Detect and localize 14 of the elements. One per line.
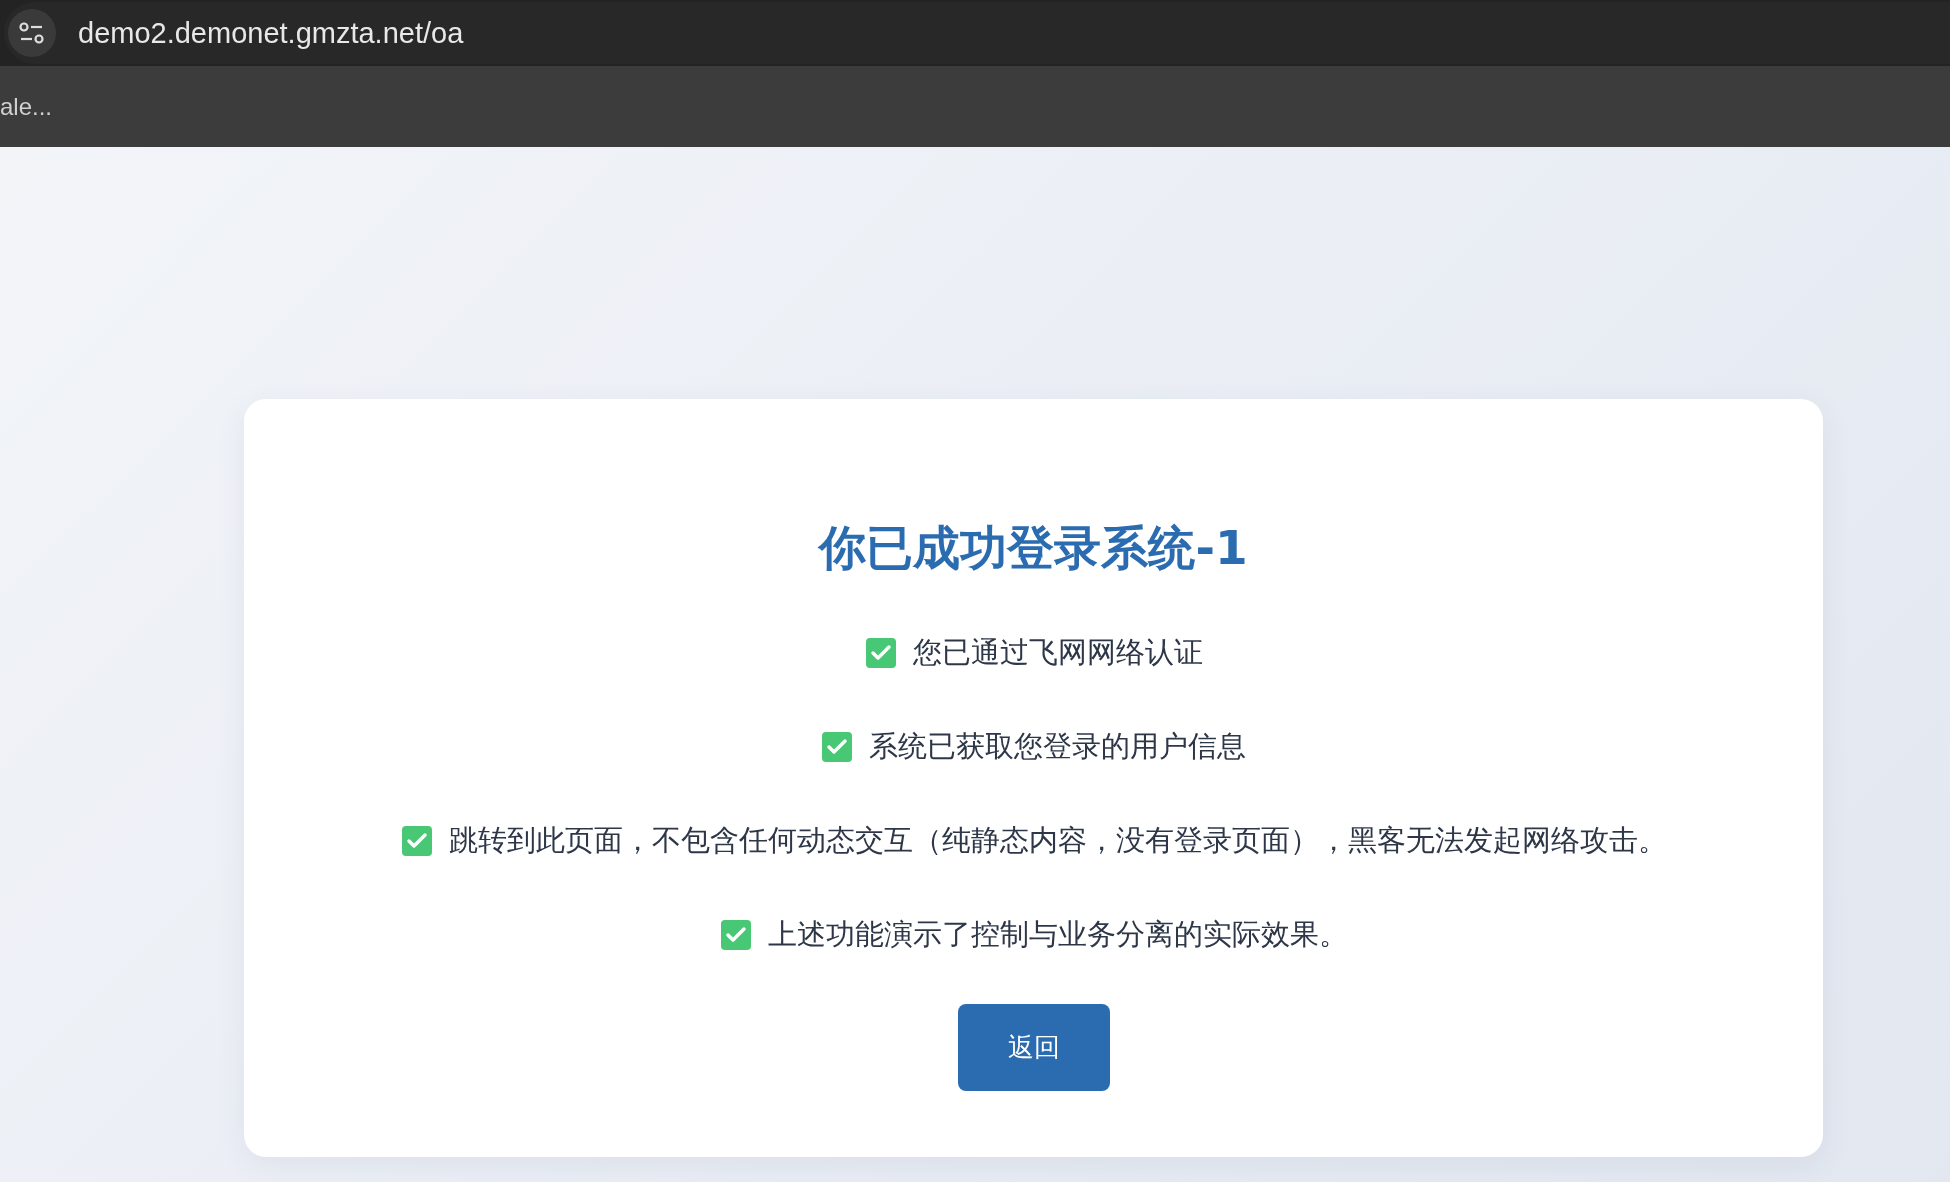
url-text: demo2.demonet.gmzta.net/oa [78,16,464,50]
address-bar[interactable]: demo2.demonet.gmzta.net/oa [4,2,1950,64]
checkmark-icon [864,637,897,669]
status-message: 您已通过飞网网络认证 [912,634,1203,671]
checkmark-icon [719,919,752,951]
checkmark-icon [400,825,433,857]
status-message: 系统已获取您登录的用户信息 [869,728,1246,765]
page-title: 你已成功登录系统-1 [819,519,1248,577]
checkmark-icon [821,731,853,763]
bookmark-item[interactable]: ale... [0,92,53,121]
status-message: 上述功能演示了控制与业务分离的实际效果。 [767,916,1348,953]
site-settings-icon[interactable] [8,9,56,57]
back-button[interactable]: 返回 [957,1004,1110,1091]
status-message: 跳转到此页面，不包含任何动态交互（纯静态内容，没有登录页面），黑客无法发起网络攻击。 [448,822,1667,859]
